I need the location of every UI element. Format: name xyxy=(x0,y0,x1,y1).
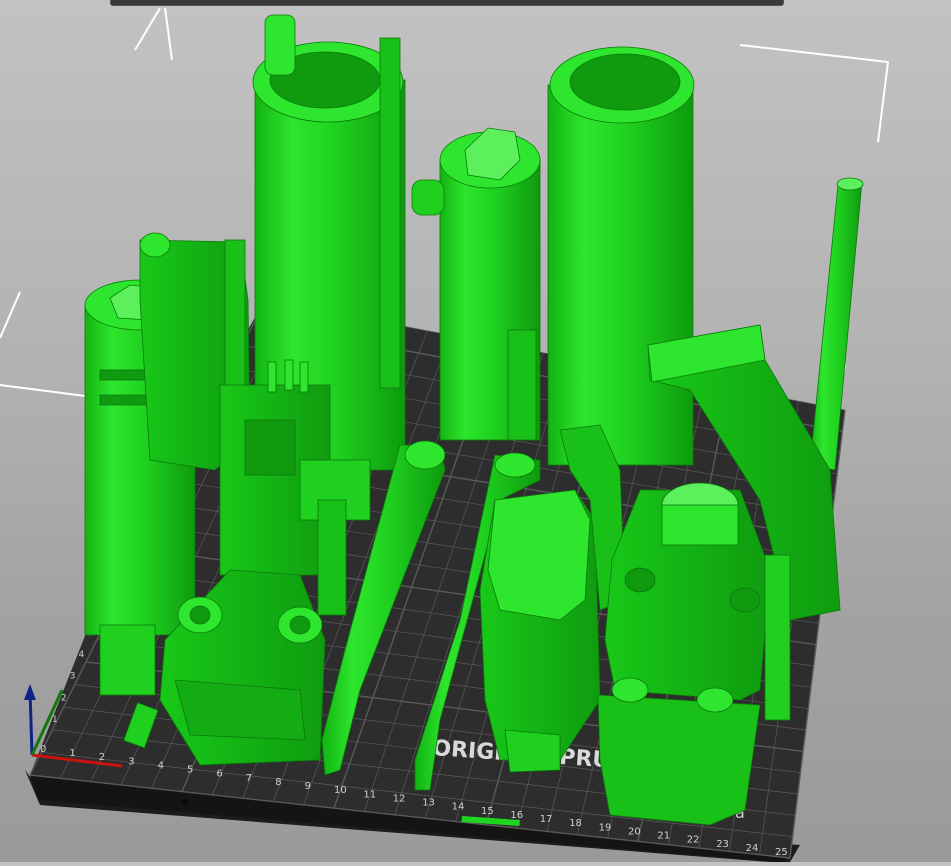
x-tick-label: 19 xyxy=(599,822,612,833)
x-tick-label: 6 xyxy=(216,769,222,780)
x-tick-label: 1 xyxy=(69,748,75,759)
x-tick-label: 18 xyxy=(569,818,582,829)
x-tick-label: 3 xyxy=(128,756,134,767)
x-tick-label: 24 xyxy=(746,843,759,854)
x-tick-label: 7 xyxy=(246,773,252,784)
top-toolbar-edge xyxy=(110,0,784,6)
x-tick-label: 9 xyxy=(305,781,311,792)
scene-canvas[interactable]: 0 1 2 3 4 5 6 7 8 9 10 11 12 13 14 15 16 17 18 19 20 21 22 23 24… xyxy=(0,0,951,862)
y-tick-label: 2 xyxy=(61,693,67,703)
x-tick-label: 23 xyxy=(716,839,729,850)
model-rod[interactable] xyxy=(809,177,864,471)
x-tick-label: 2 xyxy=(99,752,105,763)
x-tick-label: 25 xyxy=(775,847,788,858)
y-tick-label: 3 xyxy=(70,672,76,682)
y-tick-label: 4 xyxy=(79,650,85,660)
x-tick-label: 16 xyxy=(510,810,523,821)
x-tick-label: 12 xyxy=(393,793,406,804)
x-tick-label: 15 xyxy=(481,806,494,817)
x-tick-label: 20 xyxy=(628,826,641,837)
x-tick-label: 17 xyxy=(540,814,553,825)
x-tick-label: 21 xyxy=(657,831,670,842)
x-tick-label: 5 xyxy=(187,765,193,776)
x-tick-label: 4 xyxy=(158,760,164,771)
y-tick-label: 1 xyxy=(52,715,58,725)
x-tick-label: 0 xyxy=(40,744,46,755)
x-tick-label: 10 xyxy=(334,785,347,796)
x-tick-label: 14 xyxy=(452,802,465,813)
x-tick-label: 13 xyxy=(422,798,435,809)
3d-viewport[interactable]: 0 1 2 3 4 5 6 7 8 9 10 11 12 13 14 15 16 17 18 19 20 21 22 23 24… xyxy=(0,0,951,862)
x-tick-label: 22 xyxy=(687,835,700,846)
x-tick-label: 11 xyxy=(363,789,376,800)
x-tick-label: 8 xyxy=(275,777,281,788)
bed-screw-hole xyxy=(182,799,188,805)
model-tall-tube-2[interactable] xyxy=(547,46,695,466)
